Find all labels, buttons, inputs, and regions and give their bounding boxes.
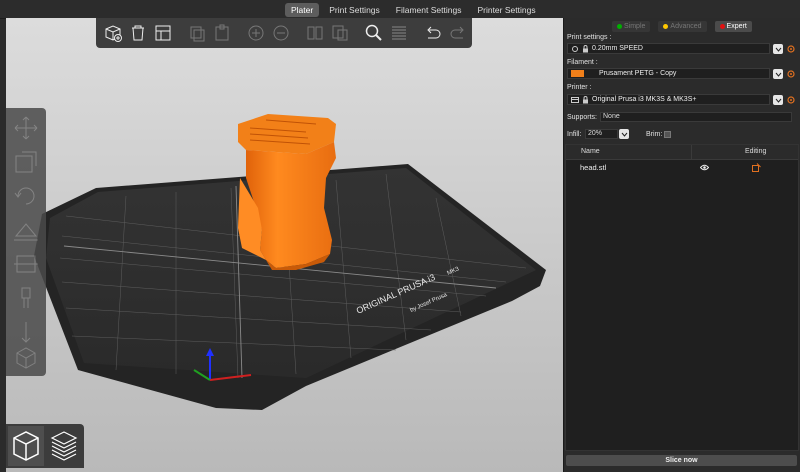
printer-dropdown-button[interactable] (773, 95, 783, 105)
delete-icon[interactable] (127, 22, 149, 44)
layers-icon (50, 431, 78, 461)
chevron-down-icon (775, 98, 781, 103)
printer-value: Original Prusa i3 MK3S & MK3S+ (592, 96, 697, 103)
mode-advanced-label: Advanced (670, 23, 702, 30)
chevron-down-icon (621, 132, 627, 137)
filament-dropdown-button[interactable] (773, 69, 783, 79)
scale-icon[interactable] (12, 148, 40, 176)
lock-icon (583, 95, 588, 103)
print-settings-label: Print settings : (567, 34, 612, 41)
mode-selector: Simple Advanced Expert (612, 21, 752, 32)
printer-icon (571, 96, 579, 103)
supports-label: Supports: (567, 114, 597, 121)
mode-expert-label: Expert (726, 23, 747, 30)
rotate-icon[interactable] (12, 182, 40, 210)
infill-combo[interactable]: 20% (585, 129, 618, 139)
edit-icon[interactable] (752, 163, 761, 172)
seam-paint-icon[interactable] (12, 318, 40, 346)
object-list: Name Editing head.stl (565, 144, 799, 451)
mode-advanced-button[interactable]: Advanced (658, 21, 707, 32)
chevron-down-icon (775, 72, 781, 77)
redo-icon[interactable] (447, 22, 469, 44)
move-icon[interactable] (12, 114, 40, 142)
mode-simple-label: Simple (624, 23, 646, 30)
printer-combo[interactable]: Original Prusa i3 MK3S & MK3S+ (567, 94, 770, 105)
supports-combo[interactable]: None (600, 112, 792, 122)
settings-sidebar: Simple Advanced Expert Print settings : … (563, 18, 800, 472)
view-toggle (6, 424, 84, 468)
filament-value: Prusament PETG - Copy (599, 70, 677, 77)
print-settings-gear-icon[interactable] (786, 44, 796, 54)
settings-icon (572, 45, 578, 52)
lock-icon (583, 44, 588, 52)
print-settings-value: 0.20mm SPEED (592, 45, 643, 52)
printer-gear-icon[interactable] (786, 95, 796, 105)
column-divider (691, 145, 692, 159)
measure-icon[interactable] (12, 344, 40, 372)
eye-icon[interactable] (700, 164, 709, 171)
3d-object-head[interactable] (238, 114, 336, 270)
expert-dot-icon (719, 24, 725, 29)
name-column-header[interactable]: Name (581, 148, 600, 155)
infill-label: Infill: (567, 131, 582, 138)
tab-printer-settings[interactable]: Printer Settings (471, 3, 541, 17)
filament-gear-icon[interactable] (786, 69, 796, 79)
object-name: head.stl (580, 163, 607, 172)
tab-filament-settings[interactable]: Filament Settings (390, 3, 468, 17)
split-parts-icon[interactable] (329, 22, 351, 44)
paint-supports-icon[interactable] (12, 284, 40, 312)
place-on-face-icon[interactable] (12, 216, 40, 244)
filament-label: Filament : (567, 59, 598, 66)
3d-viewport[interactable]: ORIGINAL PRUSA i3 MK3 by Josef Prusa (6, 18, 563, 472)
tab-bar: Plater Print Settings Filament Settings … (0, 0, 800, 19)
top-toolbar (96, 18, 472, 48)
3d-view-button[interactable] (8, 426, 44, 466)
chevron-down-icon (775, 47, 781, 52)
paste-icon[interactable] (211, 22, 233, 44)
simple-dot-icon (617, 24, 622, 29)
brim-label: Brim: (646, 131, 663, 138)
brim-checkbox[interactable] (664, 131, 671, 138)
mode-expert-button[interactable]: Expert (714, 21, 752, 32)
printer-label: Printer : (567, 84, 592, 91)
search-icon[interactable] (363, 22, 385, 44)
tab-print-settings[interactable]: Print Settings (323, 3, 386, 17)
layers-editing-icon[interactable] (388, 22, 410, 44)
print-settings-dropdown-button[interactable] (773, 44, 783, 54)
cut-icon[interactable] (12, 250, 40, 278)
split-objects-icon[interactable] (304, 22, 326, 44)
add-icon[interactable] (102, 22, 124, 44)
advanced-dot-icon (663, 24, 669, 29)
object-list-header: Name Editing (566, 145, 798, 160)
add-instance-icon[interactable] (245, 22, 267, 44)
preview-button[interactable] (46, 426, 82, 466)
infill-dropdown-button[interactable] (619, 129, 629, 139)
filament-combo[interactable]: Prusament PETG - Copy (567, 68, 770, 79)
copy-icon[interactable] (186, 22, 208, 44)
print-settings-combo[interactable]: 0.20mm SPEED (567, 43, 770, 54)
editing-column-header[interactable]: Editing (745, 148, 766, 155)
list-item[interactable]: head.stl (566, 162, 798, 174)
left-toolbar (6, 108, 46, 376)
print-bed-scene: ORIGINAL PRUSA i3 MK3 by Josef Prusa (34, 114, 546, 410)
tab-plater[interactable]: Plater (285, 3, 320, 17)
undo-icon[interactable] (422, 22, 444, 44)
cube-icon (13, 431, 39, 461)
filament-color-swatch (571, 70, 584, 77)
remove-instance-icon[interactable] (270, 22, 292, 44)
mode-simple-button[interactable]: Simple (612, 21, 651, 32)
delete-all-icon[interactable] (152, 22, 174, 44)
slice-now-button[interactable]: Slice now (566, 455, 797, 466)
